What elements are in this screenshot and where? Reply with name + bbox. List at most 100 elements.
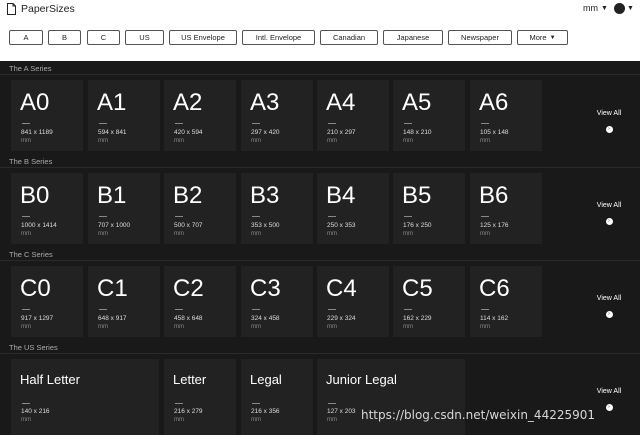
paper-card-b4[interactable]: B4 250 x 353 mm (317, 173, 389, 244)
card-name: C4 (326, 275, 357, 302)
units-value: mm (583, 3, 598, 13)
filter-us-button[interactable]: US (125, 30, 164, 45)
card-divider (252, 403, 260, 404)
app-title: PaperSizes (21, 3, 75, 15)
paper-card-c3[interactable]: C3 324 x 458 mm (241, 266, 313, 337)
paper-card-a4[interactable]: A4 210 x 297 mm (317, 80, 389, 151)
paper-card-a0[interactable]: A0 841 x 1189 mm (11, 80, 83, 151)
paper-card-b0[interactable]: B0 1000 x 1414 mm (11, 173, 83, 244)
paper-card-junior-legal[interactable]: Junior Legal 127 x 203 mm (317, 359, 465, 435)
card-dimensions: 500 x 707 (174, 222, 203, 229)
view-all-label: View All (596, 202, 622, 209)
filter-canadian-button[interactable]: Canadian (320, 30, 378, 45)
card-dimensions: 594 x 841 (98, 129, 127, 136)
card-name: Legal (250, 372, 282, 387)
card-unit: mm (403, 324, 413, 330)
section-title: The A Series (9, 64, 52, 73)
card-unit: mm (480, 138, 490, 144)
card-unit: mm (327, 138, 337, 144)
card-dimensions: 841 x 1189 (21, 129, 53, 136)
section-divider (0, 167, 640, 168)
paper-card-c0[interactable]: C0 917 x 1297 mm (11, 266, 83, 337)
filter-us-envelope-button[interactable]: US Envelope (169, 30, 237, 45)
filter-intl-envelope-button[interactable]: Intl. Envelope (242, 30, 315, 45)
filter-newspaper-button[interactable]: Newspaper (448, 30, 512, 45)
paper-card-c4[interactable]: C4 229 x 324 mm (317, 266, 389, 337)
card-dimensions: 648 x 917 (98, 315, 127, 322)
filter-more-button[interactable]: More ▼ (517, 30, 568, 45)
card-dimensions: 216 x 279 (174, 408, 203, 415)
filter-b-button[interactable]: B (48, 30, 81, 45)
card-unit: mm (98, 324, 108, 330)
paper-card-a2[interactable]: A2 420 x 594 mm (164, 80, 236, 151)
card-divider (175, 309, 183, 310)
card-divider (175, 403, 183, 404)
card-dimensions: 210 x 297 (327, 129, 356, 136)
view-all-b-series-button[interactable]: View All › (588, 202, 630, 227)
card-divider (99, 123, 107, 124)
card-dimensions: 114 x 162 (480, 315, 509, 322)
card-name: A2 (173, 89, 203, 116)
paper-card-c6[interactable]: C6 114 x 162 mm (470, 266, 542, 337)
card-dimensions: 229 x 324 (327, 315, 356, 322)
section-title: The US Series (9, 343, 58, 352)
card-name: Letter (173, 372, 207, 387)
card-divider (252, 309, 260, 310)
card-divider (175, 216, 183, 217)
card-dimensions: 324 x 458 (251, 315, 280, 322)
app-logo[interactable]: PaperSizes (7, 1, 75, 17)
view-all-label: View All (596, 295, 622, 302)
paper-card-letter[interactable]: Letter 216 x 279 mm (164, 359, 236, 435)
section-title: The B Series (9, 157, 53, 166)
paper-card-c1[interactable]: C1 648 x 917 mm (88, 266, 160, 337)
paper-card-c2[interactable]: C2 458 x 648 mm (164, 266, 236, 337)
card-unit: mm (251, 231, 261, 237)
card-divider (404, 216, 412, 217)
paper-card-legal[interactable]: Legal 216 x 356 mm (241, 359, 313, 435)
card-dimensions: 420 x 594 (174, 129, 203, 136)
filter-c-button[interactable]: C (87, 30, 120, 45)
watermark: https://blog.csdn.net/weixin_44225901 (361, 408, 596, 422)
paper-card-a3[interactable]: A3 297 x 420 mm (241, 80, 313, 151)
view-all-label: View All (596, 110, 622, 117)
paper-card-a6[interactable]: A6 105 x 148 mm (470, 80, 542, 151)
filter-japanese-button[interactable]: Japanese (383, 30, 443, 45)
filter-a-button[interactable]: A (9, 30, 43, 45)
card-dimensions: 148 x 210 (403, 129, 432, 136)
user-menu[interactable]: ▼ (614, 3, 634, 14)
paper-card-b3[interactable]: B3 353 x 500 mm (241, 173, 313, 244)
paper-card-b5[interactable]: B5 176 x 250 mm (393, 173, 465, 244)
card-name: C0 (20, 275, 51, 302)
card-name: A3 (250, 89, 280, 116)
card-unit: mm (403, 138, 413, 144)
view-all-c-series-button[interactable]: View All › (588, 295, 630, 320)
card-unit: mm (174, 417, 184, 423)
card-divider (328, 216, 336, 217)
card-dimensions: 1000 x 1414 (21, 222, 57, 229)
paper-card-b6[interactable]: B6 125 x 176 mm (470, 173, 542, 244)
card-unit: mm (480, 231, 490, 237)
paper-card-b2[interactable]: B2 500 x 707 mm (164, 173, 236, 244)
card-name: A5 (402, 89, 432, 116)
paper-card-b1[interactable]: B1 707 x 1000 mm (88, 173, 160, 244)
paper-card-half-letter[interactable]: Half Letter 140 x 216 mm (11, 359, 159, 435)
paper-card-a1[interactable]: A1 594 x 841 mm (88, 80, 160, 151)
view-all-a-series-button[interactable]: View All › (588, 110, 630, 135)
card-name: Junior Legal (326, 372, 397, 387)
paper-card-c5[interactable]: C5 162 x 229 mm (393, 266, 465, 337)
section-divider (0, 74, 640, 75)
paper-card-a5[interactable]: A5 148 x 210 mm (393, 80, 465, 151)
units-dropdown[interactable]: mm ▼ (583, 3, 608, 13)
card-dimensions: 216 x 356 (251, 408, 280, 415)
card-dimensions: 176 x 250 (403, 222, 432, 229)
card-unit: mm (327, 417, 337, 423)
card-divider (252, 123, 260, 124)
section-title: The C Series (9, 250, 53, 259)
card-dimensions: 353 x 500 (251, 222, 280, 229)
arrow-right-icon: › (605, 404, 613, 411)
card-dimensions: 105 x 148 (480, 129, 509, 136)
card-name: B6 (479, 182, 509, 209)
card-name: A6 (479, 89, 509, 116)
card-name: B4 (326, 182, 356, 209)
card-unit: mm (174, 138, 184, 144)
